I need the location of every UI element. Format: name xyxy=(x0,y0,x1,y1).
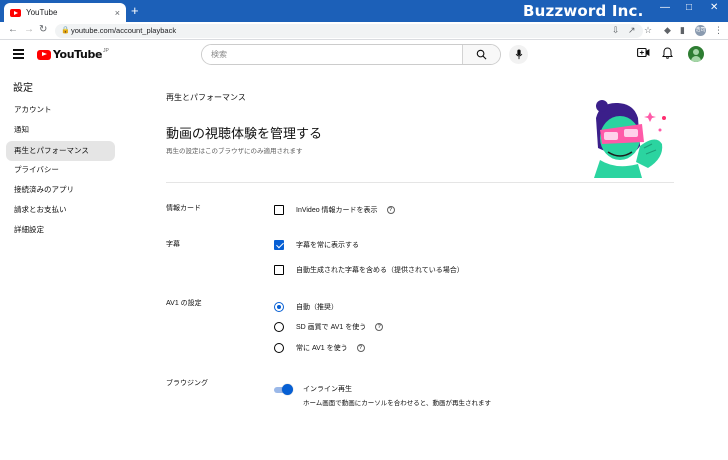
tab-close-button[interactable]: × xyxy=(115,8,120,18)
browsing-label: ブラウジング xyxy=(166,380,208,387)
inline-playback-text: インライン再生 ホーム画面で動画にカーソルを合わせると、動画が再生されます xyxy=(303,384,491,407)
inline-playback-desc: ホーム画面で動画にカーソルを合わせると、動画が再生されます xyxy=(303,400,492,407)
av1-sd-radio[interactable] xyxy=(274,322,284,332)
account-avatar[interactable] xyxy=(688,46,704,62)
extensions-icon[interactable]: ◆ xyxy=(664,25,671,36)
av1-always-label: 常に AV1 を使う xyxy=(296,345,348,352)
captions-label: 字幕 xyxy=(166,241,180,248)
page-category: 再生とパフォーマンス xyxy=(166,93,246,102)
sidebar-item-playback[interactable]: 再生とパフォーマンス xyxy=(6,141,115,161)
sidebar-item-billing[interactable]: 請求とお支払い xyxy=(6,200,115,220)
av1-sd-option: SD 画質で AV1 を使う ? xyxy=(274,322,384,332)
close-icon[interactable]: ✕ xyxy=(710,2,718,13)
search-icon xyxy=(476,49,487,60)
search-box xyxy=(201,44,501,65)
browser-tab[interactable]: YouTube × xyxy=(4,3,126,22)
invideo-cards-checkbox[interactable] xyxy=(274,205,284,215)
url-field[interactable]: 🔒 youtube.com/account_playback xyxy=(55,24,643,38)
create-video-icon[interactable] xyxy=(637,47,650,58)
header-divider xyxy=(166,182,674,183)
microphone-icon xyxy=(515,49,522,60)
sidebar-item-advanced[interactable]: 詳細設定 xyxy=(6,220,115,240)
info-cards-label: 情報カード xyxy=(166,205,201,212)
help-icon[interactable]: ? xyxy=(375,323,384,331)
sidebar-title: 設定 xyxy=(13,83,33,94)
auto-captions-label: 自動生成された字幕を含める（提供されている場合） xyxy=(296,267,464,274)
toggle-knob xyxy=(282,384,293,395)
address-toolbar: ← → ↻ 🔒 youtube.com/account_playback ⇩ ↗… xyxy=(0,22,728,40)
logo-region: JP xyxy=(103,48,109,54)
auto-captions-option: 自動生成された字幕を含める（提供されている場合） xyxy=(274,265,464,275)
youtube-header: YouTube JP xyxy=(0,40,728,70)
menu-dots-icon[interactable]: ⋮ xyxy=(714,25,723,36)
share-icon[interactable]: ↗ xyxy=(628,25,636,36)
inline-playback-toggle[interactable] xyxy=(274,384,293,396)
sidebar-item-connected-apps[interactable]: 接続済みのアプリ xyxy=(6,180,115,200)
youtube-logo[interactable]: YouTube JP xyxy=(37,48,109,61)
av1-sd-label: SD 画質で AV1 を使う xyxy=(296,324,367,331)
sidebar-item-privacy[interactable]: プライバシー xyxy=(6,160,115,180)
inline-playback-title: インライン再生 xyxy=(303,386,352,393)
invideo-cards-label: InVideo 情報カードを表示 xyxy=(296,207,378,214)
minimize-icon[interactable]: — xyxy=(660,2,670,13)
back-icon[interactable]: ← xyxy=(8,24,18,35)
sidebar-item-notifications[interactable]: 通知 xyxy=(6,120,115,140)
page-subtitle: 再生の設定はこのブラウザにのみ適用されます xyxy=(166,148,303,155)
av1-auto-label: 自動（推奨） xyxy=(296,304,338,311)
hamburger-menu-icon[interactable] xyxy=(13,49,24,61)
url-text: youtube.com/account_playback xyxy=(71,26,177,35)
playback-illustration xyxy=(594,100,666,178)
forward-icon[interactable]: → xyxy=(24,24,34,35)
auto-captions-checkbox[interactable] xyxy=(274,265,284,275)
star-icon[interactable]: ☆ xyxy=(644,25,652,36)
new-tab-button[interactable]: + xyxy=(131,3,139,19)
page-title: 動画の視聴体験を管理する xyxy=(166,126,323,141)
browser-title-bar: YouTube × + Buzzword Inc. — □ ✕ xyxy=(0,0,728,22)
youtube-play-icon xyxy=(37,49,51,60)
av1-label: AV1 の設定 xyxy=(166,300,202,307)
tab-title: YouTube xyxy=(26,8,58,17)
settings-sidebar: 設定 アカウント 通知 再生とパフォーマンス プライバシー 接続済みのアプリ 請… xyxy=(0,70,120,460)
info-cards-option: InVideo 情報カードを表示 ? xyxy=(274,205,395,215)
captions-always-checkbox[interactable] xyxy=(274,240,284,250)
search-input[interactable] xyxy=(202,45,462,64)
brand-watermark: Buzzword Inc. xyxy=(523,2,644,20)
av1-auto-option: 自動（推奨） xyxy=(274,302,338,312)
av1-always-option: 常に AV1 を使う ? xyxy=(274,343,365,353)
search-button[interactable] xyxy=(462,45,500,64)
youtube-favicon-icon xyxy=(10,8,21,17)
install-icon[interactable]: ⇩ xyxy=(612,25,620,36)
help-icon[interactable]: ? xyxy=(386,206,395,214)
lock-icon: 🔒 xyxy=(61,27,70,34)
reload-icon[interactable]: ↻ xyxy=(39,24,47,35)
notifications-bell-icon[interactable] xyxy=(662,47,673,59)
sidebar-item-account[interactable]: アカウント xyxy=(6,100,115,120)
av1-auto-radio[interactable] xyxy=(274,302,284,312)
captions-always-label: 字幕を常に表示する xyxy=(296,242,359,249)
av1-always-radio[interactable] xyxy=(274,343,284,353)
captions-always-option: 字幕を常に表示する xyxy=(274,240,359,250)
help-icon[interactable]: ? xyxy=(356,344,365,352)
browser-profile-avatar[interactable]: 浩司 xyxy=(695,25,706,36)
sidepanel-icon[interactable]: ▮ xyxy=(680,25,685,36)
logo-wordmark: YouTube xyxy=(53,48,103,61)
voice-search-button[interactable] xyxy=(509,45,528,64)
maximize-icon[interactable]: □ xyxy=(686,2,692,13)
